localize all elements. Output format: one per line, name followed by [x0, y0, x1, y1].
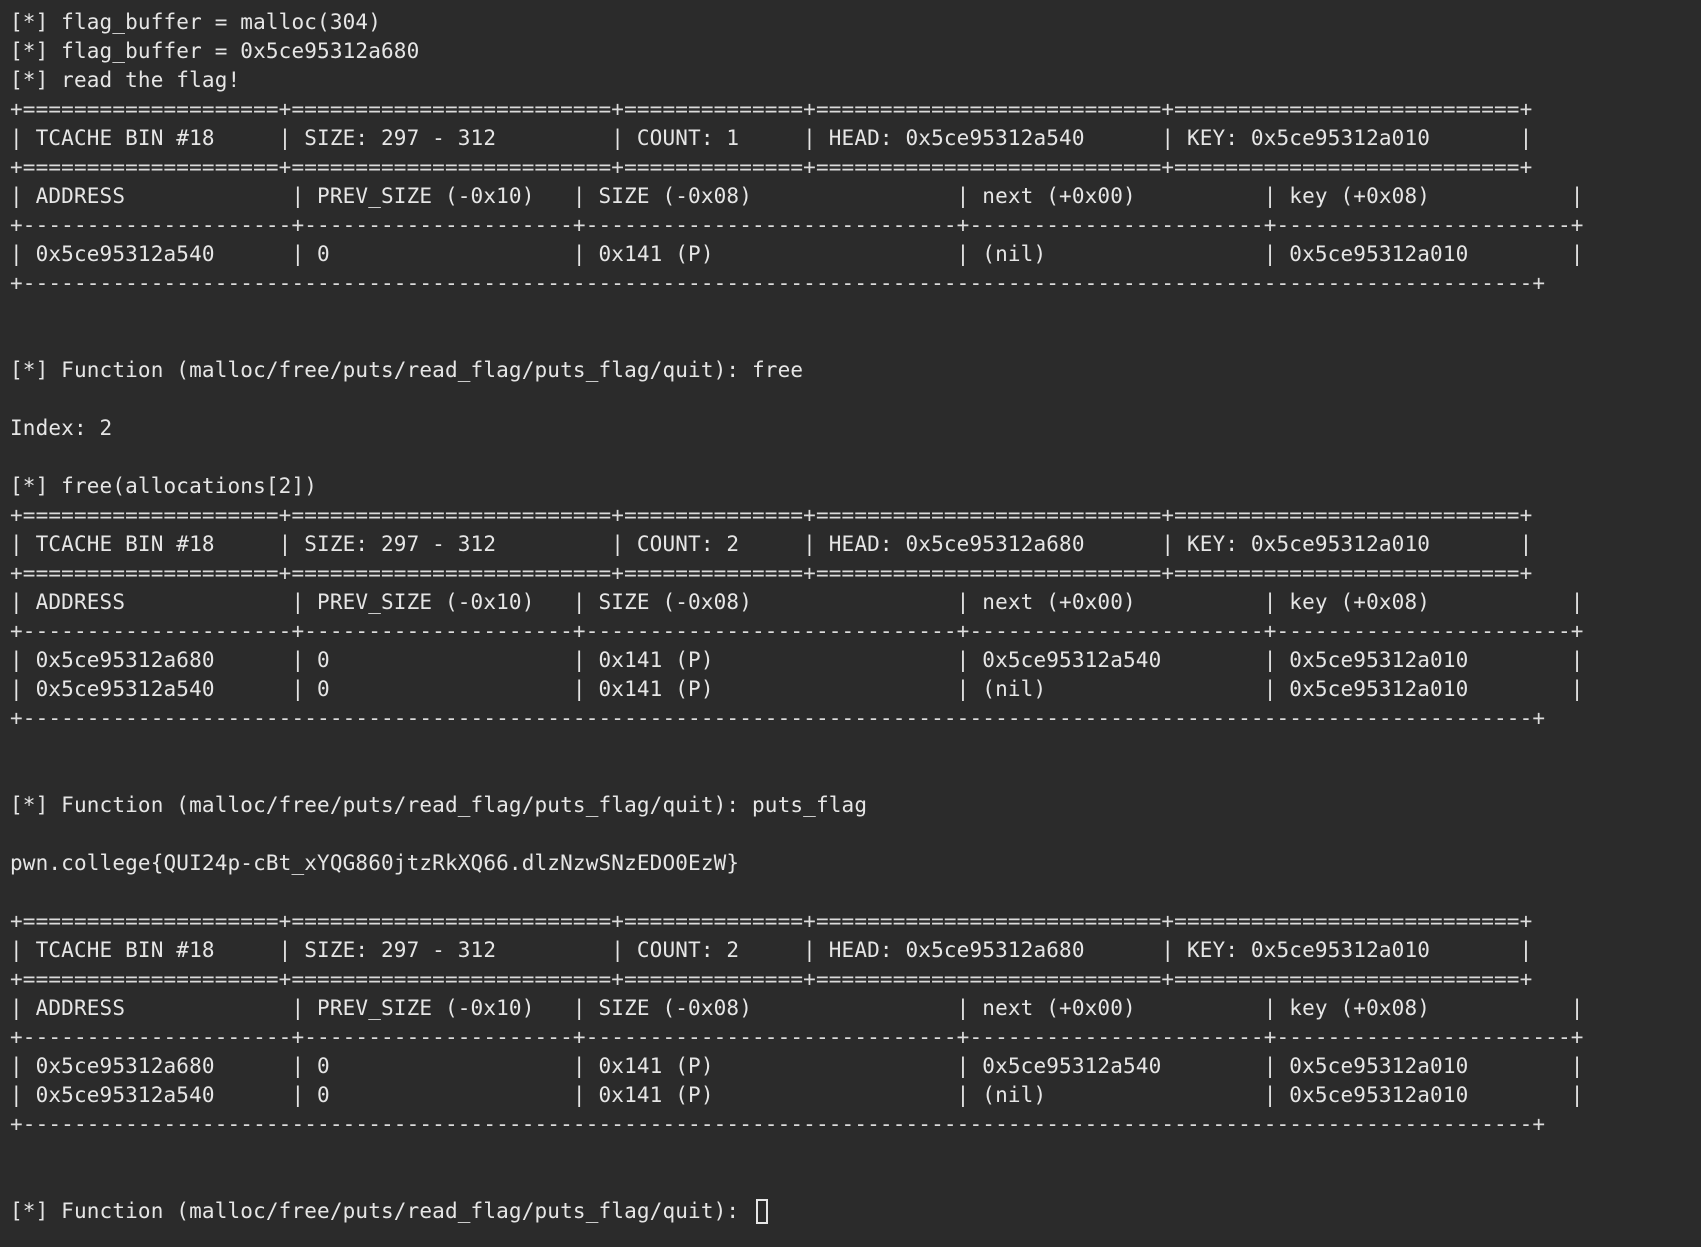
output-line: | ADDRESS | PREV_SIZE (-0x10) | SIZE (-0… — [10, 996, 1584, 1020]
terminal-window[interactable]: [*] flag_buffer = malloc(304) [*] flag_bu… — [10, 8, 1690, 1238]
output-line: | 0x5ce95312a540 | 0 | 0x141 (P) | (nil)… — [10, 242, 1584, 266]
output-line: +---------------------+-----------------… — [10, 619, 1584, 643]
cursor-icon[interactable] — [756, 1199, 768, 1224]
output-line: +---------------------------------------… — [10, 706, 1546, 730]
output-line: +====================+==================… — [10, 561, 1533, 585]
output-line: [*] Function (malloc/free/puts/read_flag… — [10, 358, 804, 382]
output-line: | 0x5ce95312a680 | 0 | 0x141 (P) | 0x5ce… — [10, 648, 1584, 672]
output-line: +====================+==================… — [10, 97, 1533, 121]
output-line: +---------------------+-----------------… — [10, 213, 1584, 237]
output-line: [*] free(allocations[2]) — [10, 474, 318, 498]
output-line: | ADDRESS | PREV_SIZE (-0x10) | SIZE (-0… — [10, 184, 1584, 208]
output-line: pwn.college{QUI24p-cBt_xYQG860jtzRkXQ66.… — [10, 851, 740, 875]
output-line: | 0x5ce95312a680 | 0 | 0x141 (P) | 0x5ce… — [10, 1054, 1584, 1078]
output-line: [*] flag_buffer = malloc(304) — [10, 10, 381, 34]
output-line: [*] flag_buffer = 0x5ce95312a680 — [10, 39, 420, 63]
output-line: +====================+==================… — [10, 967, 1533, 991]
output-line: +---------------------------------------… — [10, 1112, 1546, 1136]
terminal-output: [*] flag_buffer = malloc(304) [*] flag_bu… — [10, 8, 1690, 1197]
output-line: +---------------------------------------… — [10, 271, 1546, 295]
output-line: +---------------------+-----------------… — [10, 1025, 1584, 1049]
output-line: Index: 2 — [10, 416, 113, 440]
output-line: +====================+==================… — [10, 909, 1533, 933]
output-line: | TCACHE BIN #18 | SIZE: 297 - 312 | COU… — [10, 938, 1533, 962]
output-line: [*] read the flag! — [10, 68, 241, 92]
input-prompt-line[interactable]: [*] Function (malloc/free/puts/read_flag… — [10, 1197, 1690, 1226]
output-line: | 0x5ce95312a540 | 0 | 0x141 (P) | (nil)… — [10, 1083, 1584, 1107]
output-line: | TCACHE BIN #18 | SIZE: 297 - 312 | COU… — [10, 126, 1533, 150]
output-line: | 0x5ce95312a540 | 0 | 0x141 (P) | (nil)… — [10, 677, 1584, 701]
output-line: | ADDRESS | PREV_SIZE (-0x10) | SIZE (-0… — [10, 590, 1584, 614]
prompt-text: [*] Function (malloc/free/puts/read_flag… — [10, 1199, 752, 1223]
output-line: +====================+==================… — [10, 155, 1533, 179]
output-line: +====================+==================… — [10, 503, 1533, 527]
output-line: [*] Function (malloc/free/puts/read_flag… — [10, 793, 868, 817]
output-line: | TCACHE BIN #18 | SIZE: 297 - 312 | COU… — [10, 532, 1533, 556]
